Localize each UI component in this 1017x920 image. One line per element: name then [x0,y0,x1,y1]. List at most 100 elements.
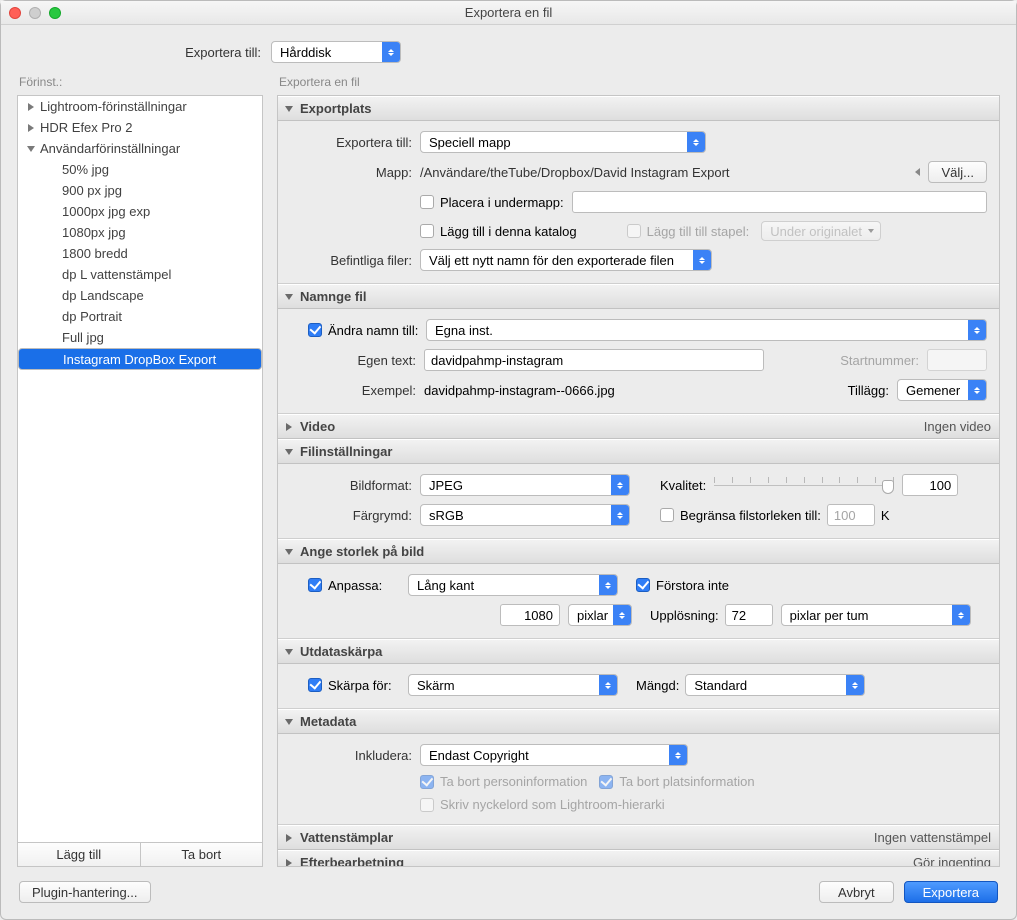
folder-path: /Användare/theTube/Dropbox/David Instagr… [420,165,730,180]
metadata-include-label: Inkludera: [290,748,420,763]
cancel-button[interactable]: Avbryt [819,881,894,903]
resolution-input[interactable] [725,604,773,626]
remove-person-checkbox [420,775,434,789]
chevron-down-icon [285,549,293,555]
window-title: Exportera en fil [1,5,1016,20]
export-to-select[interactable]: Hårddisk [271,41,401,63]
dimension-unit-select[interactable]: pixlar [568,604,632,626]
preset-item[interactable]: dp Portrait [18,306,262,327]
remove-location-checkbox [599,775,613,789]
preset-item[interactable]: 1000px jpg exp [18,201,262,222]
close-icon[interactable] [9,7,21,19]
quality-input[interactable] [902,474,958,496]
resolution-label: Upplösning: [650,608,719,623]
remove-preset-button[interactable]: Ta bort [140,843,263,866]
section-postprocess[interactable]: EfterbearbetningGör ingenting [278,850,999,867]
sharpen-amount-select[interactable]: Standard [685,674,865,696]
quality-label: Kvalitet: [660,478,706,493]
chevron-right-icon [286,834,292,842]
section-image-sizing[interactable]: Ange storlek på bild [278,539,999,564]
section-file-settings[interactable]: Filinställningar [278,439,999,464]
rename-template-select[interactable]: Egna inst. [426,319,987,341]
section-naming[interactable]: Namnge fil [278,284,999,309]
minimize-icon [29,7,41,19]
preset-item-selected[interactable]: Instagram DropBox Export [18,348,262,370]
zoom-icon[interactable] [49,7,61,19]
chevron-updown-icon [968,320,986,340]
add-stack-checkbox [627,224,641,238]
preset-item[interactable]: dp Landscape [18,285,262,306]
chevron-down-icon [285,449,293,455]
add-catalog-label: Lägg till i denna katalog [440,224,577,239]
example-label: Exempel: [290,383,424,398]
preset-item[interactable]: 1800 bredd [18,243,262,264]
resolution-unit-select[interactable]: pixlar per tum [781,604,971,626]
resize-checkbox[interactable] [308,578,322,592]
plugin-manager-button[interactable]: Plugin-hantering... [19,881,151,903]
rename-label: Ändra namn till: [328,323,426,338]
sharpen-checkbox[interactable] [308,678,322,692]
dialog-footer: Plugin-hantering... Avbryt Exportera [1,867,1016,919]
chevron-down-icon [285,294,293,300]
chevron-down-icon [27,146,35,152]
preset-item[interactable]: dp L vattenstämpel [18,264,262,285]
preset-item[interactable]: 50% jpg [18,159,262,180]
no-enlarge-checkbox[interactable] [636,578,650,592]
export-folder-select[interactable]: Speciell mapp [420,131,706,153]
chevron-left-icon[interactable] [915,168,920,176]
preset-item[interactable]: 1080px jpg [18,222,262,243]
image-format-select[interactable]: JPEG [420,474,630,496]
settings-heading: Exportera en fil [277,73,1000,95]
rename-checkbox[interactable] [308,323,322,337]
resize-label: Anpassa: [328,578,408,593]
colorspace-select[interactable]: sRGB [420,504,630,526]
section-export-location[interactable]: Exportplats [278,96,999,121]
preset-item[interactable]: 900 px jpg [18,180,262,201]
limit-filesize-label: Begränsa filstorleken till: [680,508,821,523]
presets-column: Förinst.: Lightroom-förinställningar HDR… [17,73,263,867]
section-sharpening[interactable]: Utdataskärpa [278,639,999,664]
add-catalog-checkbox[interactable] [420,224,434,238]
subfolder-checkbox[interactable] [420,195,434,209]
chevron-updown-icon [382,42,400,62]
chevron-updown-icon [599,675,617,695]
keyword-hierarchy-checkbox [420,798,434,812]
keyword-hierarchy-label: Skriv nyckelord som Lightroom-hierarki [440,797,665,812]
chevron-updown-icon [687,132,705,152]
example-value: davidpahmp-instagram--0666.jpg [424,383,615,398]
chevron-updown-icon [968,380,986,400]
chevron-right-icon [286,859,292,867]
section-watermark[interactable]: VattenstämplarIngen vattenstämpel [278,825,999,850]
limit-filesize-input [827,504,875,526]
add-preset-button[interactable]: Lägg till [18,843,140,866]
chevron-updown-icon [669,745,687,765]
preset-group[interactable]: Lightroom-förinställningar [18,96,262,117]
existing-files-select[interactable]: Välj ett nytt namn för den exporterade f… [420,249,712,271]
preset-group[interactable]: Användarförinställningar [18,138,262,159]
chevron-updown-icon [613,605,631,625]
start-number-label: Startnummer: [840,353,919,368]
preset-group[interactable]: HDR Efex Pro 2 [18,117,262,138]
chevron-updown-icon [952,605,970,625]
custom-text-input[interactable] [424,349,764,371]
add-stack-label: Lägg till till stapel: [647,224,750,239]
no-enlarge-label: Förstora inte [656,578,729,593]
limit-filesize-checkbox[interactable] [660,508,674,522]
dimension-input[interactable] [500,604,560,626]
extension-case-select[interactable]: Gemener [897,379,987,401]
quality-slider[interactable] [714,475,894,495]
presets-tree[interactable]: Lightroom-förinställningar HDR Efex Pro … [17,95,263,843]
subfolder-input[interactable] [572,191,987,213]
settings-panel: Exportplats Exportera till: Speciell map… [277,95,1000,867]
section-metadata[interactable]: Metadata [278,709,999,734]
metadata-include-select[interactable]: Endast Copyright [420,744,688,766]
chevron-right-icon [286,423,292,431]
resize-mode-select[interactable]: Lång kant [408,574,618,596]
chevron-down-icon [285,719,293,725]
section-video[interactable]: VideoIngen video [278,414,999,439]
choose-folder-button[interactable]: Välj... [928,161,987,183]
sharpen-for-select[interactable]: Skärm [408,674,618,696]
preset-item[interactable]: Full jpg [18,327,262,348]
chevron-updown-icon [599,575,617,595]
export-button[interactable]: Exportera [904,881,998,903]
